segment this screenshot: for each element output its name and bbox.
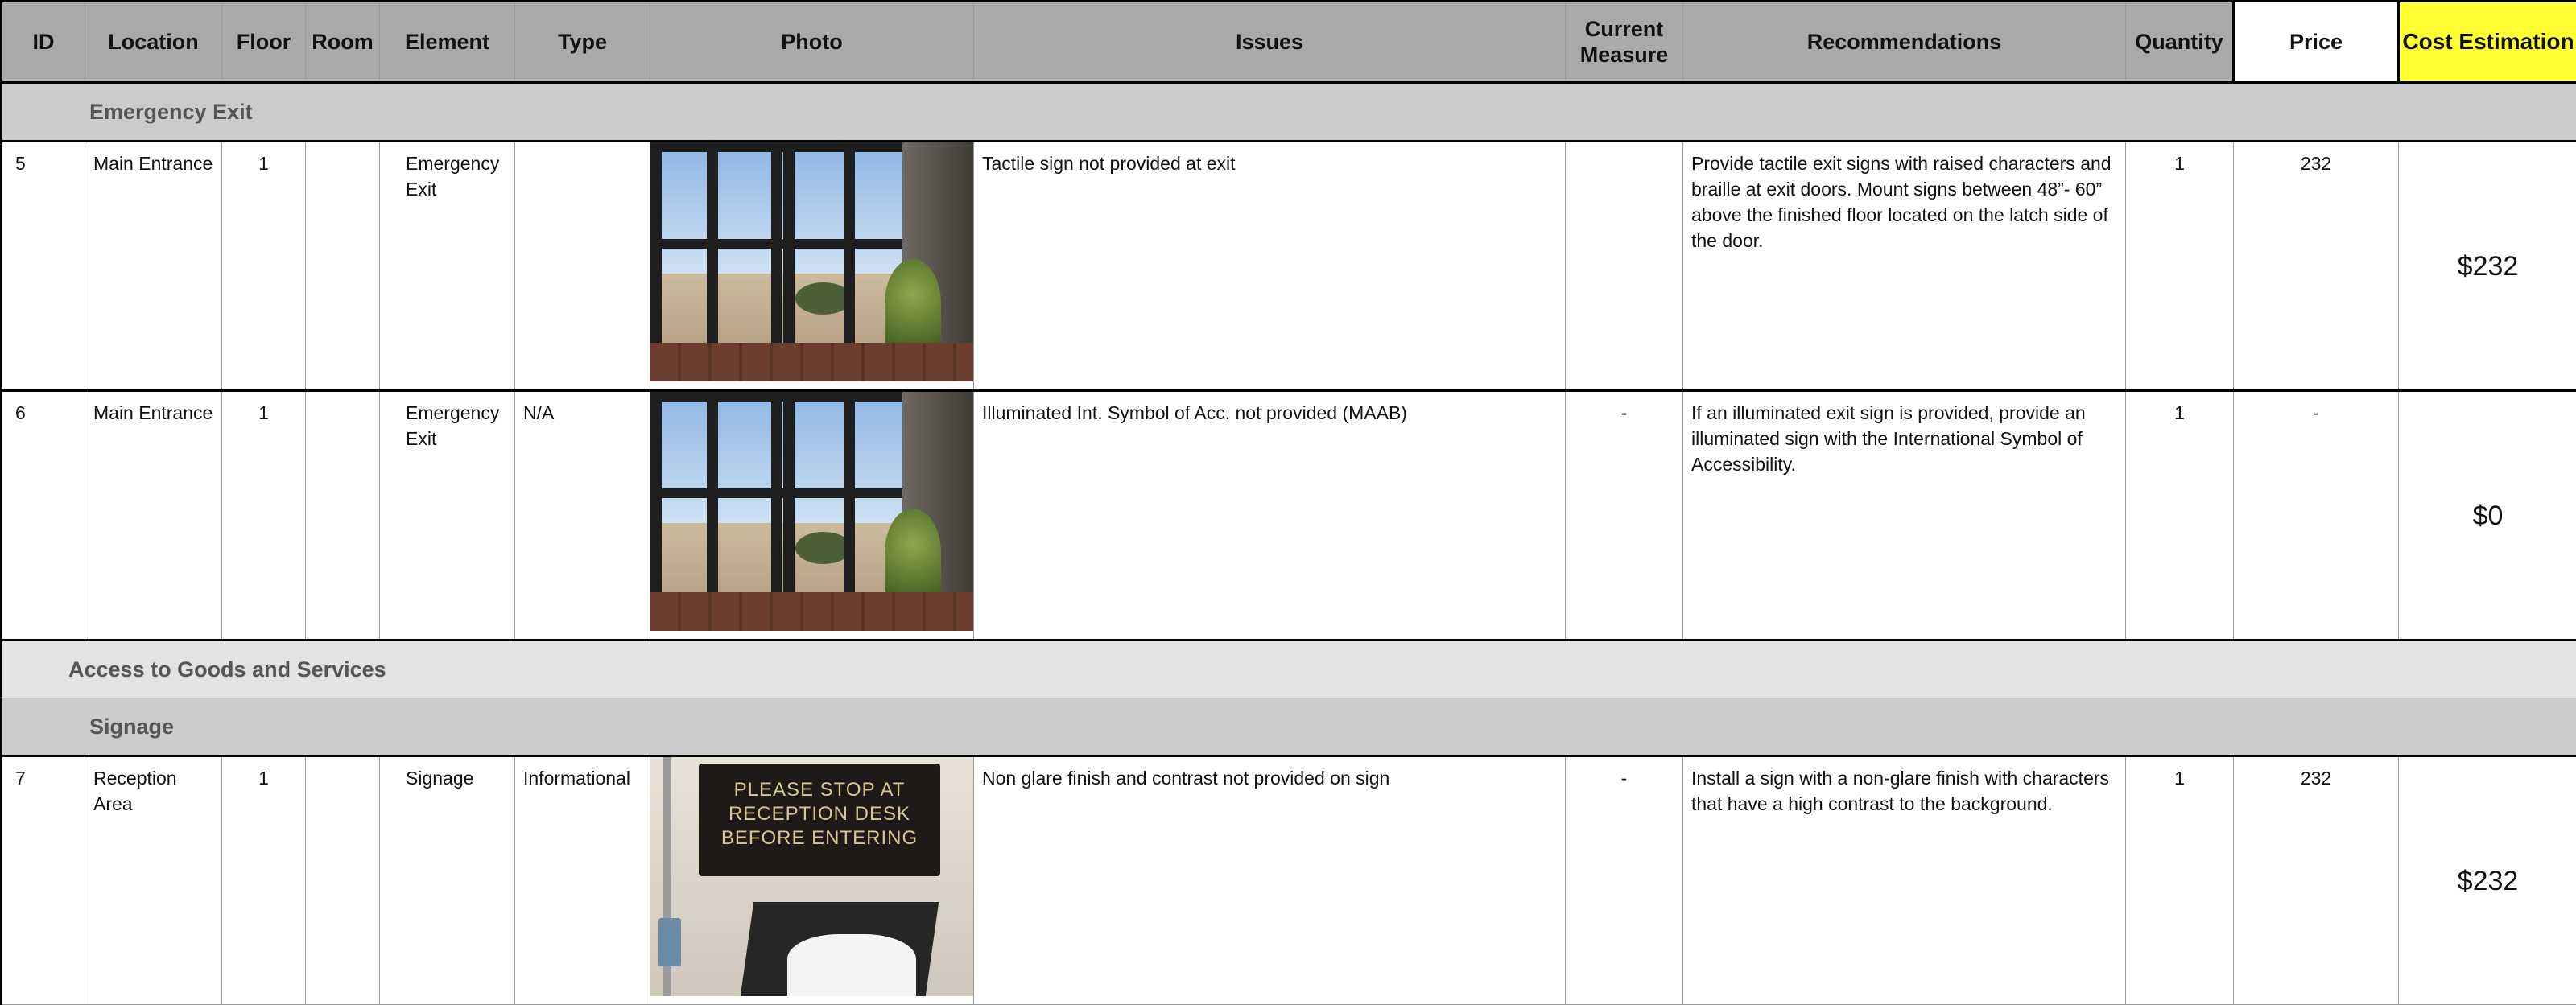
- cell-cost: $232: [2399, 142, 2576, 391]
- cell-quantity: 1: [2126, 142, 2234, 391]
- cell-id: 5: [2, 142, 85, 391]
- cell-photo: PLEASE STOP AT RECEPTION DESK BEFORE ENT…: [650, 756, 974, 1005]
- section-row: Signage: [2, 698, 2576, 756]
- cell-floor: 1: [222, 756, 306, 1005]
- header-id: ID: [2, 2, 85, 83]
- cell-issues: Tactile sign not provided at exit: [974, 142, 1566, 391]
- glass-door-photo-icon: [650, 142, 973, 381]
- cell-element: Emergency Exit: [380, 391, 515, 640]
- header-quantity: Quantity: [2126, 2, 2234, 83]
- cell-current-measure: -: [1566, 756, 1683, 1005]
- header-room: Room: [306, 2, 380, 83]
- cell-room: [306, 391, 380, 640]
- cell-recommendations: Provide tactile exit signs with raised c…: [1683, 142, 2126, 391]
- photo-sign-line: RECEPTION DESK: [699, 802, 940, 826]
- header-issues: Issues: [974, 2, 1566, 83]
- cell-price: -: [2234, 391, 2399, 640]
- section-row: Emergency Exit: [2, 83, 2576, 142]
- section-access-goods-services: Access to Goods and Services: [2, 640, 2576, 698]
- cell-type: [515, 142, 650, 391]
- header-photo: Photo: [650, 2, 974, 83]
- table-row: 5 Main Entrance 1 Emergency Exit Tactile…: [2, 142, 2576, 391]
- cell-issues: Non glare finish and contrast not provid…: [974, 756, 1566, 1005]
- photo-sign-line: PLEASE STOP AT: [699, 778, 940, 802]
- group-row: Access to Goods and Services: [2, 640, 2576, 698]
- cell-photo: [650, 391, 974, 640]
- cell-photo: [650, 142, 974, 391]
- cell-quantity: 1: [2126, 391, 2234, 640]
- cell-issues: Illuminated Int. Symbol of Acc. not prov…: [974, 391, 1566, 640]
- cell-floor: 1: [222, 142, 306, 391]
- cell-floor: 1: [222, 391, 306, 640]
- cell-type: N/A: [515, 391, 650, 640]
- assessment-table: ID Location Floor Room Element Type Phot…: [0, 0, 2576, 1005]
- section-signage: Signage: [2, 698, 2576, 756]
- header-price: Price: [2234, 2, 2399, 83]
- header-recommendations: Recommendations: [1683, 2, 2126, 83]
- cell-location: Main Entrance: [85, 142, 222, 391]
- photo-sign-plaque: PLEASE STOP AT RECEPTION DESK BEFORE ENT…: [699, 764, 940, 876]
- cell-element: Signage: [380, 756, 515, 1005]
- cell-location: Reception Area: [85, 756, 222, 1005]
- cell-cost: $232: [2399, 756, 2576, 1005]
- table-row: 7 Reception Area 1 Signage Informational…: [2, 756, 2576, 1005]
- cell-quantity: 1: [2126, 756, 2234, 1005]
- cell-element: Emergency Exit: [380, 142, 515, 391]
- cell-recommendations: Install a sign with a non-glare finish w…: [1683, 756, 2126, 1005]
- cell-price: 232: [2234, 756, 2399, 1005]
- cell-recommendations: If an illuminated exit sign is provided,…: [1683, 391, 2126, 640]
- glass-door-photo-icon: [650, 392, 973, 631]
- cell-price: 232: [2234, 142, 2399, 391]
- header-cost-estimation: Cost Estimation: [2399, 2, 2576, 83]
- cell-type: Informational: [515, 756, 650, 1005]
- table-row: 6 Main Entrance 1 Emergency Exit N/A Ill…: [2, 391, 2576, 640]
- photo-sign-line: BEFORE ENTERING: [699, 826, 940, 851]
- header-floor: Floor: [222, 2, 306, 83]
- section-emergency-exit: Emergency Exit: [2, 83, 2576, 142]
- header-current-measure: Current Measure: [1566, 2, 1683, 83]
- cell-id: 6: [2, 391, 85, 640]
- cell-location: Main Entrance: [85, 391, 222, 640]
- cell-current-measure: -: [1566, 391, 1683, 640]
- cell-room: [306, 142, 380, 391]
- cell-current-measure: [1566, 142, 1683, 391]
- header-location: Location: [85, 2, 222, 83]
- header-row: ID Location Floor Room Element Type Phot…: [2, 2, 2576, 83]
- header-element: Element: [380, 2, 515, 83]
- cell-id: 7: [2, 756, 85, 1005]
- reception-sign-photo-icon: PLEASE STOP AT RECEPTION DESK BEFORE ENT…: [650, 757, 973, 996]
- header-type: Type: [515, 2, 650, 83]
- cell-cost: $0: [2399, 391, 2576, 640]
- cell-room: [306, 756, 380, 1005]
